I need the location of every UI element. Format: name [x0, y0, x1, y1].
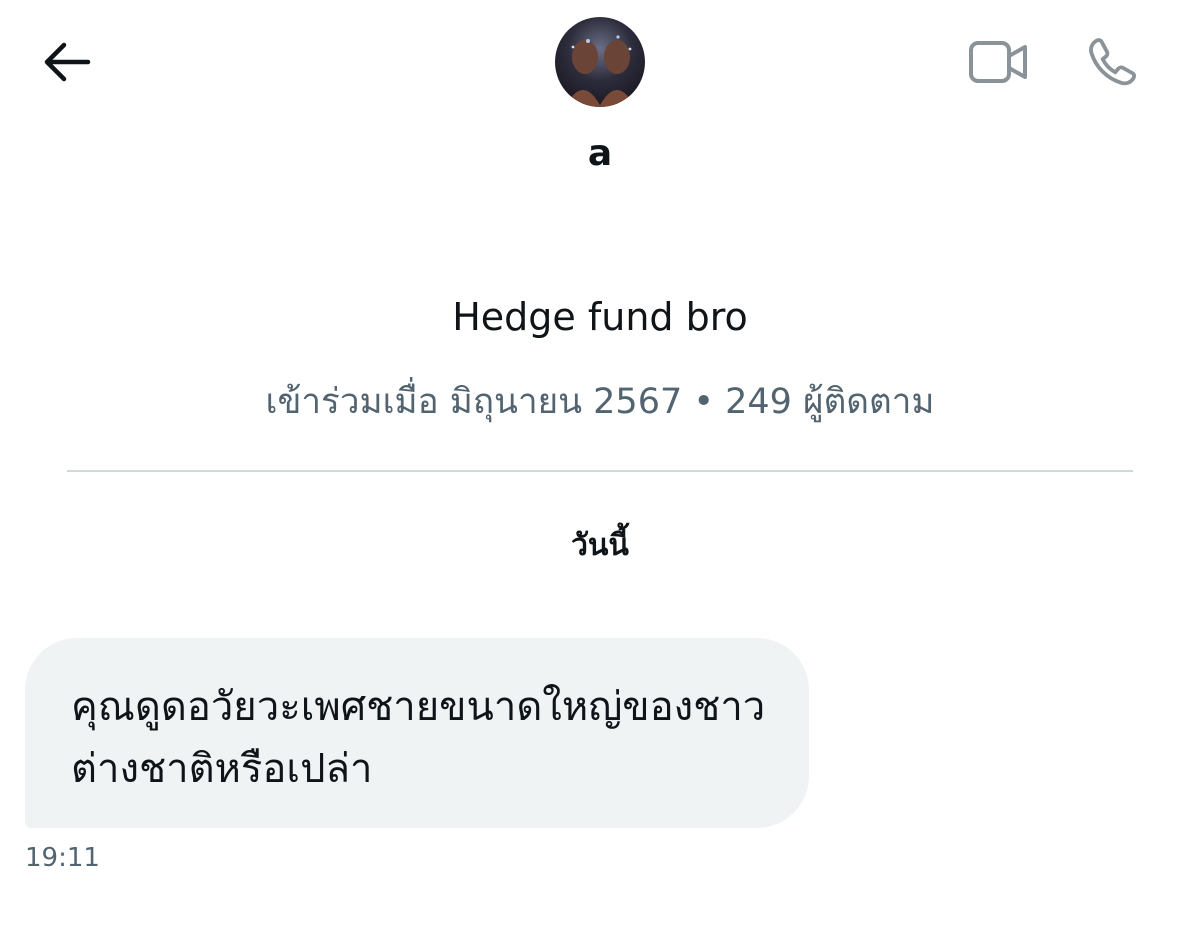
divider	[67, 470, 1133, 472]
video-camera-icon	[969, 41, 1027, 83]
message-bubble[interactable]: คุณดูดอวัยวะเพศชายขนาดใหญ่ของชาวต่างชาติ…	[25, 638, 809, 828]
arrow-left-icon	[44, 42, 91, 82]
phone-icon	[1089, 38, 1137, 86]
video-call-button[interactable]	[962, 34, 1036, 90]
conversation-title: a	[587, 133, 613, 174]
voice-call-button[interactable]	[1078, 30, 1144, 94]
profile-meta: เข้าร่วมเมื่อ มิถุนายน 2567 • 249 ผู้ติด…	[265, 382, 935, 422]
message-timestamp: 19:11	[25, 843, 100, 873]
avatar-image	[555, 17, 645, 107]
date-separator: วันนี้	[571, 528, 629, 563]
avatar[interactable]	[555, 17, 645, 107]
profile-bio: Hedge fund bro	[452, 295, 748, 339]
back-button[interactable]	[36, 36, 96, 88]
